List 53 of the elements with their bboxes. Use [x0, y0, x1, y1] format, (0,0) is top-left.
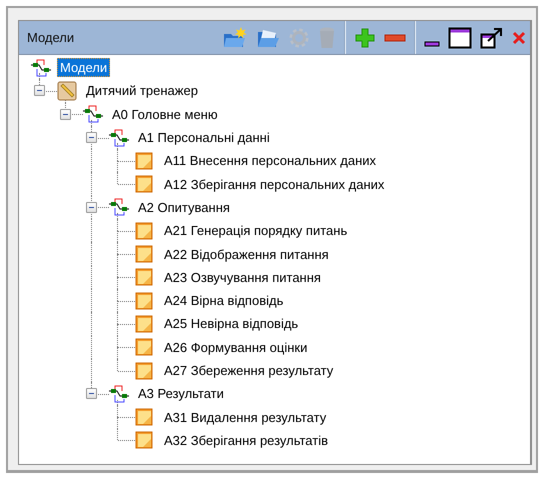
- diagram-icon: [109, 384, 129, 404]
- tree-item[interactable]: A21 Генерація порядку питань: [161, 221, 350, 240]
- tree-item[interactable]: A27 Збереження результату: [161, 361, 336, 380]
- maximize-button[interactable]: [448, 26, 472, 48]
- minus-icon: [384, 34, 406, 42]
- maximize-icon: [448, 26, 472, 48]
- tree-item[interactable]: A23 Озвучування питання: [161, 268, 324, 287]
- minimize-icon: [424, 40, 440, 46]
- tree-item[interactable]: A3 Результати: [135, 384, 227, 404]
- tree-item[interactable]: A2 Опитування: [135, 198, 233, 217]
- activity-icon: [135, 314, 153, 333]
- diagram-icon: [31, 58, 51, 78]
- new-folder-icon: [222, 26, 248, 50]
- new-folder-button[interactable]: [222, 26, 248, 50]
- tree-item[interactable]: A0 Головне меню: [109, 104, 221, 124]
- tree-item[interactable]: A32 Зберігання результатів: [161, 430, 331, 450]
- activity-icon: [135, 292, 153, 310]
- activity-icon: [135, 222, 153, 240]
- collapse-toggle[interactable]: [86, 202, 97, 213]
- tree-item[interactable]: A12 Зберігання персональних даних: [161, 174, 388, 194]
- tree-item[interactable]: Модели: [57, 58, 110, 78]
- remove-button[interactable]: [384, 34, 406, 42]
- tree-item[interactable]: A31 Видалення результату: [161, 408, 330, 427]
- gear-icon: [288, 26, 310, 48]
- activity-icon: [135, 431, 153, 450]
- close-icon: [512, 30, 526, 44]
- activity-icon: [135, 152, 153, 170]
- activity-icon: [135, 175, 153, 194]
- tree-item[interactable]: A1 Персональні данні: [135, 128, 273, 148]
- tree-item[interactable]: A24 Вірна відповідь: [161, 291, 286, 310]
- diagram-icon: [109, 128, 129, 148]
- restore-icon: [480, 26, 504, 48]
- diagram-icon: [83, 104, 103, 124]
- collapse-toggle[interactable]: [34, 85, 45, 96]
- trash-icon: [318, 26, 336, 50]
- collapse-toggle[interactable]: [86, 132, 97, 144]
- activity-icon: [135, 245, 153, 264]
- plus-icon: [354, 26, 376, 48]
- activity-icon: [135, 362, 153, 380]
- tree-item[interactable]: A22 Відображення питання: [161, 244, 332, 264]
- tree-item[interactable]: A26 Формування оцінки: [161, 338, 310, 357]
- activity-icon: [135, 268, 153, 286]
- ruler-icon: [57, 80, 77, 101]
- collapse-toggle[interactable]: [86, 388, 97, 400]
- tree-item[interactable]: Дитячий тренажер: [83, 81, 201, 100]
- restore-button[interactable]: [480, 26, 504, 48]
- tree-item[interactable]: A25 Невірна відповідь: [161, 314, 302, 334]
- activity-icon: [135, 408, 153, 426]
- collapse-toggle[interactable]: [60, 108, 71, 120]
- panel-title: Модели: [27, 30, 76, 45]
- diagram-icon: [109, 197, 129, 218]
- activity-icon: [135, 338, 153, 356]
- tree-item[interactable]: A11 Внесення персональних даних: [161, 151, 380, 170]
